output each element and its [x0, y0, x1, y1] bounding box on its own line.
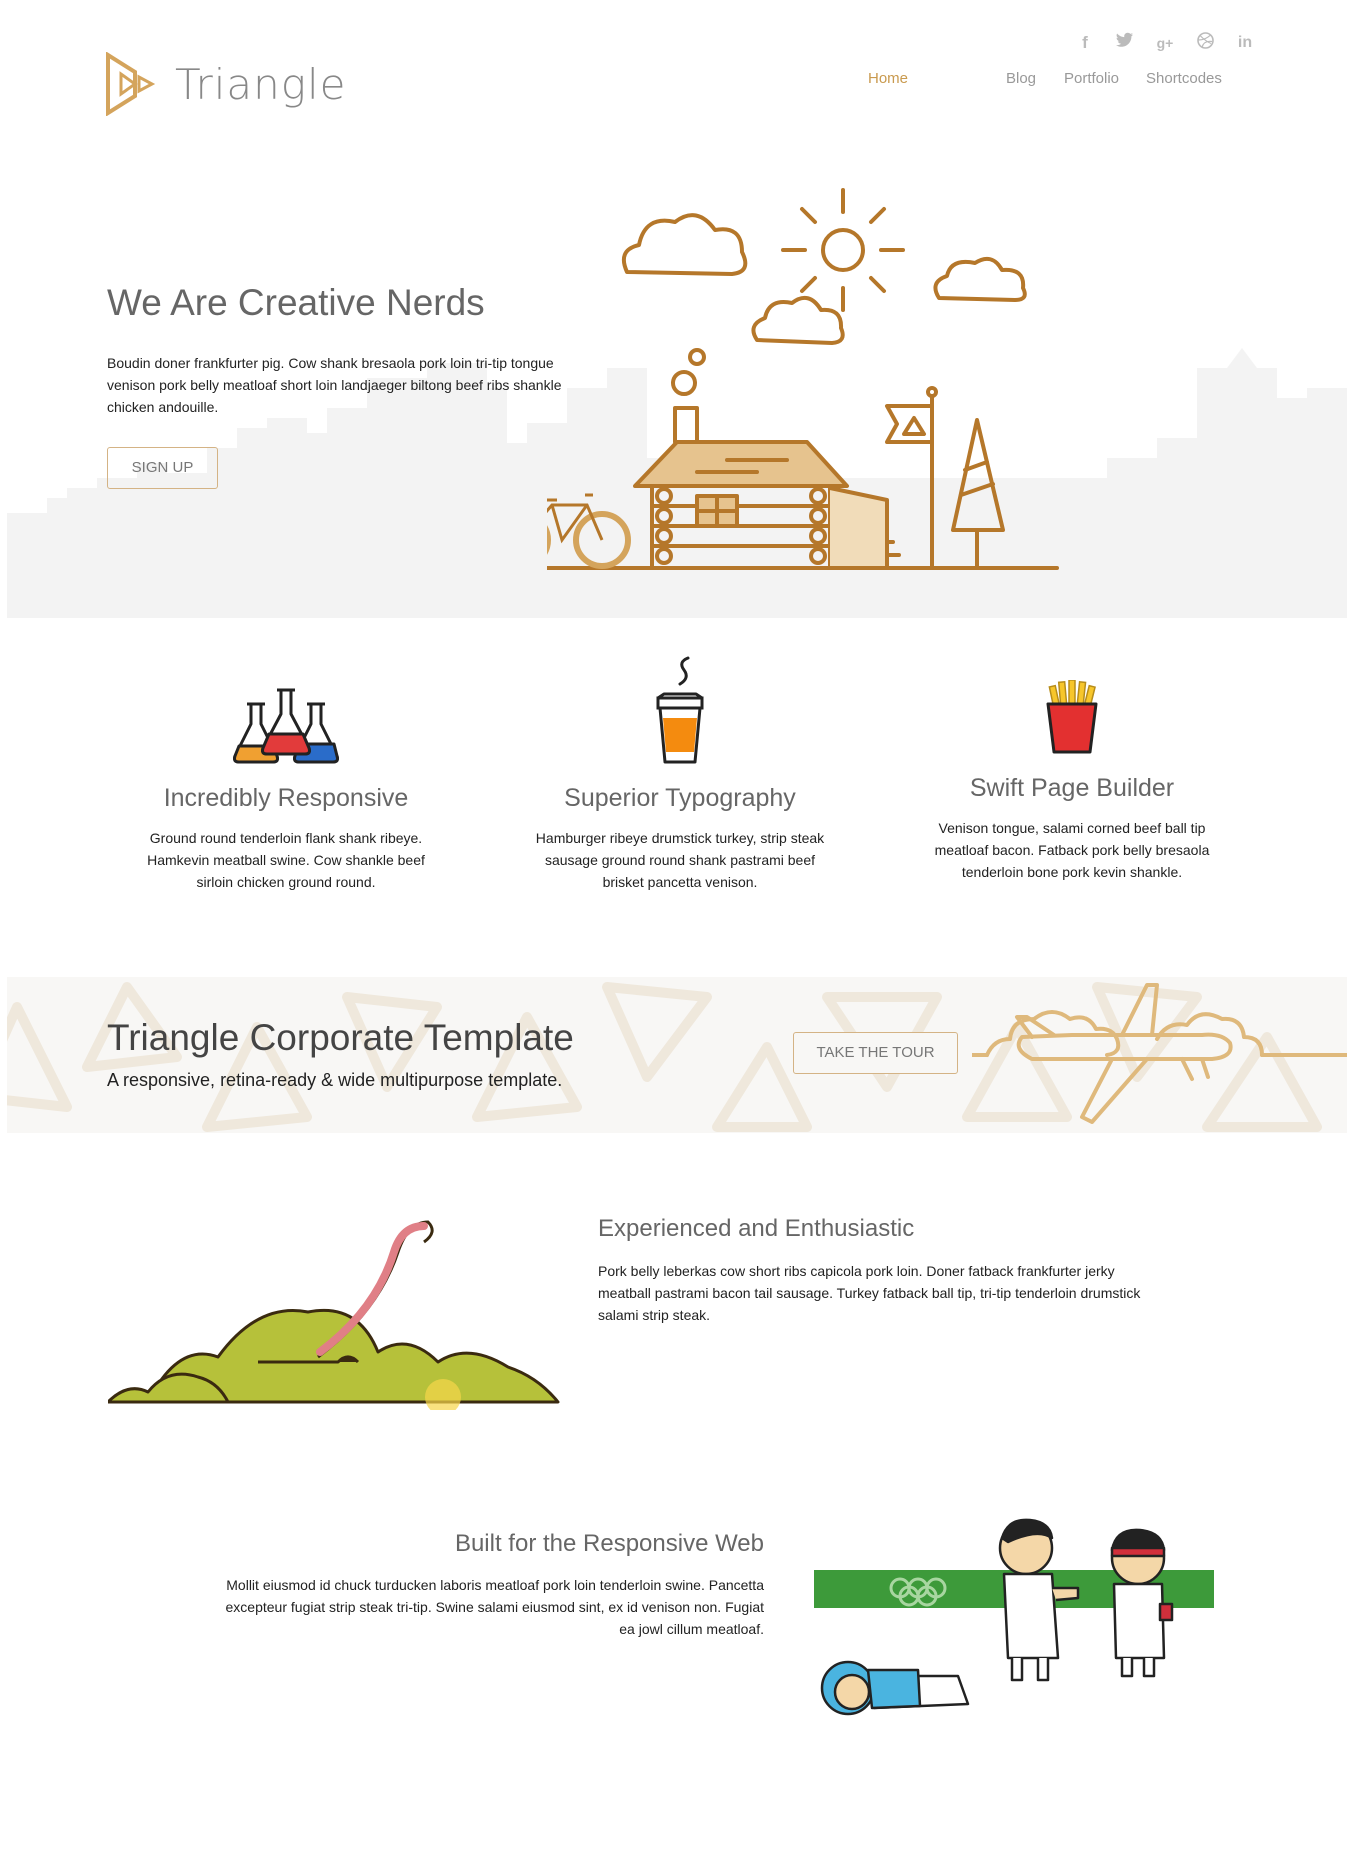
logo[interactable]: Triangle [105, 52, 347, 116]
coffee-cup-icon [656, 656, 704, 764]
nav-home[interactable]: Home [868, 70, 908, 87]
airplane-illustration [972, 983, 1347, 1124]
cta-banner: Triangle Corporate Template A responsive… [7, 977, 1347, 1133]
social-links: f g+ in [1074, 32, 1256, 54]
feature-title: Incredibly Responsive [163, 784, 409, 812]
feature-title: Superior Typography [564, 784, 796, 812]
fighters-illustration [814, 1518, 1214, 1716]
flasks-icon [233, 688, 339, 764]
site-header: Triangle f g+ in Home Blog Portfolio Sho… [0, 0, 1348, 140]
feature-text: Venison tongue, salami corned beef ball … [934, 820, 1210, 880]
nav-shortcodes[interactable]: Shortcodes [1146, 70, 1222, 87]
triangle-logo-icon [106, 52, 156, 116]
brand-name: Triangle [175, 59, 347, 109]
feature-card: Superior Typography Hamburger ribeye dru… [500, 654, 860, 893]
section-title: Experienced and Enthusiastic [598, 1215, 915, 1242]
take-the-tour-button[interactable]: TAKE THE TOUR [793, 1032, 958, 1074]
banner-subtitle: A responsive, retina-ready & wide multip… [107, 1070, 563, 1090]
monster-hills-illustration [108, 1220, 560, 1410]
features-section: Incredibly Responsive Ground round tende… [0, 618, 1348, 978]
feature-title: Swift Page Builder [969, 774, 1175, 802]
feature-card: Incredibly Responsive Ground round tende… [106, 686, 466, 893]
section-title: Built for the Responsive Web [454, 1530, 764, 1557]
hero-section: We Are Creative Nerds Boudin doner frank… [7, 140, 1347, 618]
nav-portfolio[interactable]: Portfolio [1064, 70, 1119, 87]
banner-title: Triangle Corporate Template [107, 1017, 574, 1058]
section-text: Mollit eiusmod id chuck turducken labori… [225, 1577, 764, 1637]
fries-icon [1046, 680, 1098, 754]
cabin-illustration [547, 188, 1059, 570]
section-text: Pork belly leberkas cow short ribs capic… [598, 1263, 1141, 1323]
dribbble-icon[interactable] [1194, 32, 1216, 54]
feature-text: Hamburger ribeye drumstick turkey, strip… [535, 830, 825, 890]
hero-text: Boudin doner frankfurter pig. Cow shank … [107, 355, 562, 415]
nav-blog[interactable]: Blog [1006, 70, 1036, 87]
twitter-icon[interactable] [1114, 32, 1136, 54]
feature-text: Ground round tenderloin flank shank ribe… [147, 830, 425, 890]
facebook-icon[interactable]: f [1074, 32, 1096, 54]
sign-up-button[interactable]: SIGN UP [107, 447, 218, 489]
feature-card: Swift Page Builder Venison tongue, salam… [892, 680, 1252, 883]
linkedin-icon[interactable]: in [1234, 32, 1256, 54]
google-plus-icon[interactable]: g+ [1154, 32, 1176, 54]
hero-title: We Are Creative Nerds [107, 282, 485, 323]
